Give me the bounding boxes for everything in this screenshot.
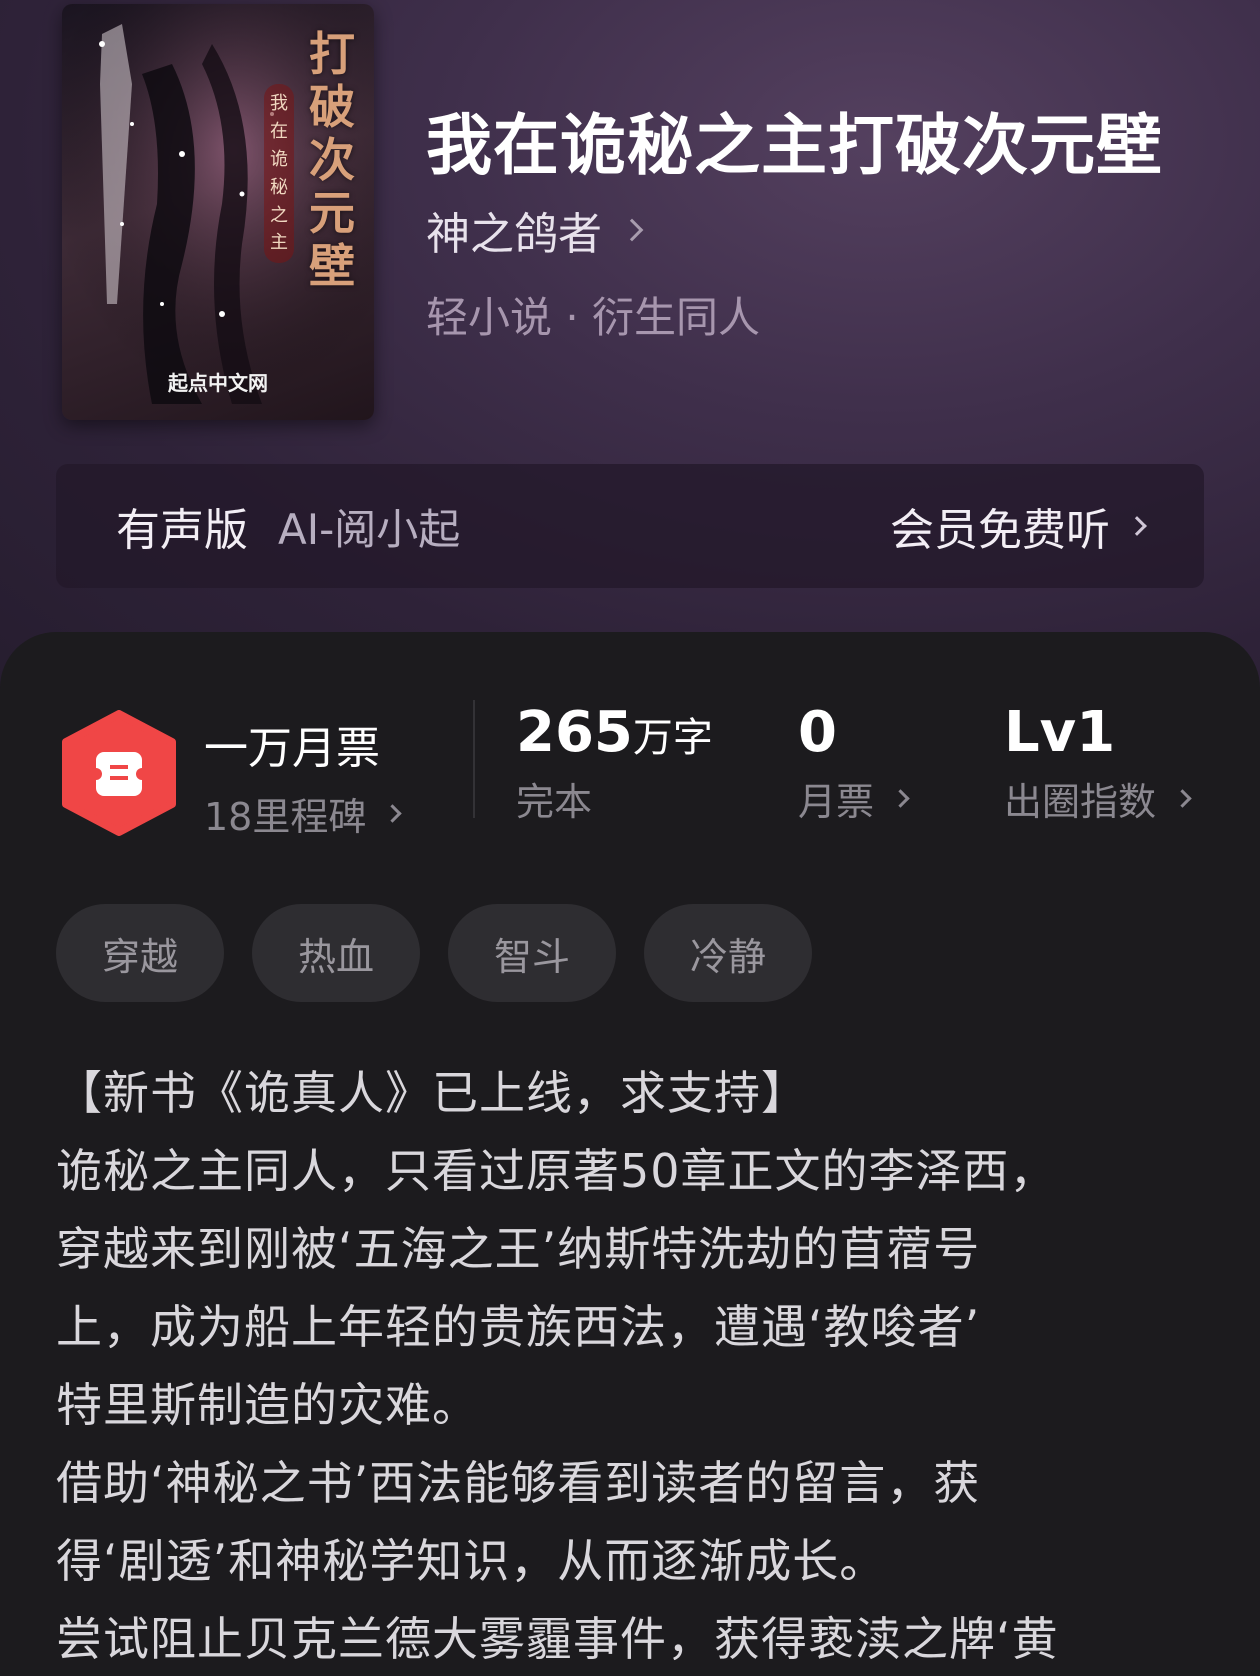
monthly-votes-stat[interactable]: 0 月票 (798, 700, 910, 826)
ticket-badge-icon[interactable] (60, 710, 178, 836)
tag-chip[interactable]: 穿越 (56, 904, 224, 1002)
stats-divider (473, 700, 475, 818)
popularity-value: Lv1 (1004, 700, 1116, 765)
chevron-right-icon (1173, 789, 1192, 808)
milestone-title: 一万月票 (204, 723, 380, 774)
milestone-sub: 18里程碑 (204, 795, 367, 839)
description-line: 上，成为船上年轻的贵族西法，遭遇‘教唆者’ (56, 1300, 981, 1354)
chevron-right-icon (1127, 516, 1147, 536)
audio-narrator: AI-阅小起 (278, 504, 461, 554)
tag-chip[interactable]: 冷静 (644, 904, 812, 1002)
word-count-stat: 265万字 完本 (516, 700, 713, 826)
completion-status: 完本 (516, 780, 593, 824)
description-line: 特里斯制造的灾难。 (56, 1378, 479, 1432)
author-link[interactable]: 神之鸽者 (426, 198, 644, 262)
audio-label: 有声版 (116, 505, 248, 556)
tag-chip[interactable]: 热血 (252, 904, 420, 1002)
tag-list: 穿越 热血 智斗 冷静 (56, 904, 812, 1002)
author-name: 神之鸽者 (426, 209, 602, 260)
listen-free-label: 会员免费听 (890, 505, 1110, 556)
word-count-value: 265 (516, 700, 633, 765)
tag-chip[interactable]: 智斗 (448, 904, 616, 1002)
listen-free-button[interactable]: 会员免费听 (890, 494, 1147, 558)
description-line: 得‘剧透’和神秘学知识，从而逐渐成长。 (56, 1534, 887, 1588)
monthly-votes-value: 0 (798, 700, 837, 765)
description-line: 借助‘神秘之书’西法能够看到读者的留言，获 (56, 1456, 981, 1510)
monthly-votes-label: 月票 (798, 780, 875, 824)
chevron-right-icon (891, 789, 910, 808)
cover-title: 打破次元壁 (309, 27, 355, 293)
description-line: 尝试阻止贝克兰德大雾霾事件，获得亵渎之牌‘黄 (56, 1612, 1059, 1666)
milestone-stat[interactable]: 一万月票 18里程碑 (204, 712, 403, 841)
description-line: 穿越来到刚被‘五海之王’纳斯特洗劫的苜蓿号 (56, 1222, 981, 1276)
audiobook-bar[interactable]: 有声版 AI-阅小起 会员免费听 (56, 464, 1204, 588)
chevron-right-icon (620, 218, 644, 242)
popularity-stat[interactable]: Lv1 出圈指数 (1004, 700, 1192, 826)
word-count-unit: 万字 (632, 715, 713, 761)
description-line: 诡秘之主同人，只看过原著50章正文的李泽西， (56, 1144, 1057, 1198)
book-description[interactable]: 【新书《诡真人》已上线，求支持】 诡秘之主同人，只看过原著50章正文的李泽西， … (56, 1054, 1206, 1676)
book-title: 我在诡秘之主打破次元壁 (426, 106, 1163, 184)
book-genre: 轻小说 · 衍生同人 (426, 293, 761, 342)
cover-publisher: 起点中文网 (168, 371, 268, 395)
cover-subtitle: 我在诡秘之主 (264, 84, 294, 264)
chevron-right-icon (383, 804, 403, 823)
book-cover[interactable]: 我在诡秘之主 打破次元壁 起点中文网 (62, 4, 374, 420)
popularity-label: 出圈指数 (1004, 780, 1157, 824)
description-line: 【新书《诡真人》已上线，求支持】 (56, 1066, 808, 1120)
